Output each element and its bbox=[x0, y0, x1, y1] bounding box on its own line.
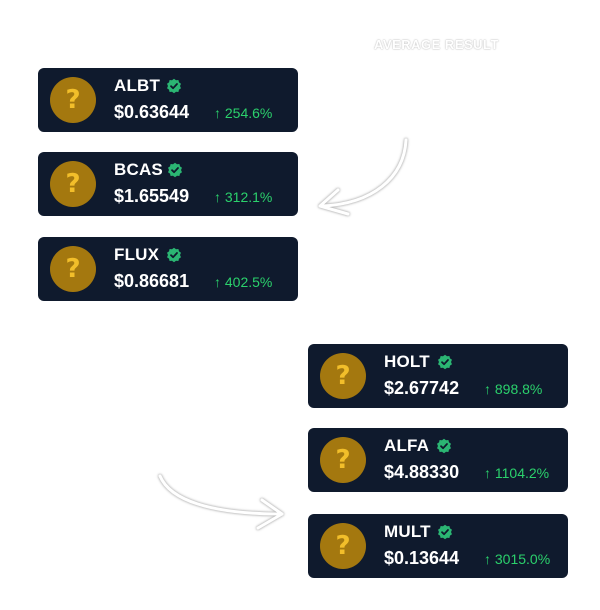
token-symbol: HOLT bbox=[384, 352, 430, 371]
price-change: ↑ 3015.0% bbox=[484, 551, 551, 567]
verified-badge-icon bbox=[168, 162, 182, 178]
token-symbol: ALBT bbox=[114, 76, 161, 95]
verified-badge-icon bbox=[437, 438, 451, 454]
verified-badge-icon bbox=[167, 78, 181, 94]
price-change: ↑ 254.6% bbox=[214, 105, 273, 121]
question-mark-coin-icon: ? bbox=[50, 246, 96, 292]
question-mark-coin-icon: ? bbox=[320, 437, 366, 483]
token-price: $0.86681 bbox=[114, 271, 190, 291]
question-mark-coin-icon: ? bbox=[320, 353, 366, 399]
price-change: ↑ 312.1% bbox=[214, 189, 273, 205]
verified-badge-icon bbox=[438, 354, 452, 370]
token-price: $0.13644 bbox=[384, 548, 460, 568]
question-mark-coin-icon: ? bbox=[320, 523, 366, 569]
token-card-alfa[interactable]: ? ALFA $4.88330 ↑ 1104.2% bbox=[308, 428, 568, 492]
token-symbol: ALFA bbox=[384, 436, 430, 455]
token-price: $4.88330 bbox=[384, 462, 460, 482]
verified-badge-icon bbox=[438, 524, 452, 540]
token-price: $2.67742 bbox=[384, 378, 460, 398]
token-card-flux[interactable]: ? FLUX $0.86681 ↑ 402.5% bbox=[38, 237, 298, 301]
token-symbol: MULT bbox=[384, 522, 431, 541]
token-price: $0.63644 bbox=[114, 102, 190, 122]
arrow-up-icon: ↑ bbox=[484, 551, 491, 567]
question-mark-coin-icon: ? bbox=[50, 77, 96, 123]
token-card-mult[interactable]: ? MULT $0.13644 ↑ 3015.0% bbox=[308, 514, 568, 578]
results-canvas: AVERAGE RESULT ? ALBT $0.63644 ↑ 254.6% … bbox=[0, 0, 600, 610]
price-change: ↑ 898.8% bbox=[484, 381, 543, 397]
arrow-up-icon: ↑ bbox=[214, 105, 221, 121]
price-change: ↑ 402.5% bbox=[214, 274, 273, 290]
arrow-up-icon: ↑ bbox=[214, 189, 221, 205]
arrow-up-icon: ↑ bbox=[484, 465, 491, 481]
token-price: $1.65549 bbox=[114, 186, 190, 206]
token-symbol: FLUX bbox=[114, 245, 160, 264]
token-card-bcas[interactable]: ? BCAS $1.65549 ↑ 312.1% bbox=[38, 152, 298, 216]
arrow-up-icon: ↑ bbox=[214, 274, 221, 290]
token-symbol: BCAS bbox=[114, 160, 163, 179]
price-change: ↑ 1104.2% bbox=[484, 465, 550, 481]
token-card-albt[interactable]: ? ALBT $0.63644 ↑ 254.6% bbox=[38, 68, 298, 132]
arrow-up-icon: ↑ bbox=[484, 381, 491, 397]
verified-badge-icon bbox=[167, 247, 181, 263]
token-card-holt[interactable]: ? HOLT $2.67742 ↑ 898.8% bbox=[308, 344, 568, 408]
question-mark-coin-icon: ? bbox=[50, 161, 96, 207]
